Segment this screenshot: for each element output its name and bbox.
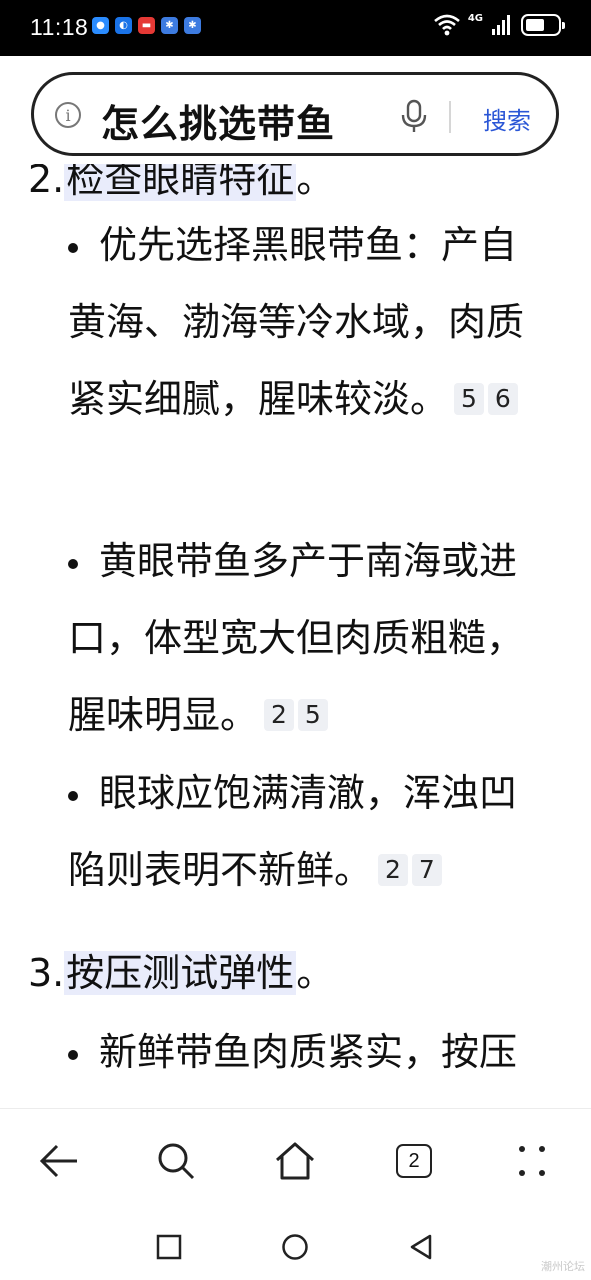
status-bar: 11:18 ● ◐ ▬ ✱ ✱ 4G [0,0,591,56]
status-time: 11:18 [30,14,89,40]
citation-badge[interactable]: 7 [411,854,442,886]
list-item-title: 检查眼睛特征 [64,164,297,201]
answer-content: 2.检查眼睛特征。 优先选择黑眼带鱼：产自黄海、渤海等冷水域，肉质紧实细腻，腥味… [0,164,591,1108]
list-item-title: 按压测试弹性 [64,951,297,995]
list-number: 3. [28,951,65,995]
search-tool-button[interactable] [154,1139,198,1183]
signal-icon [492,15,510,35]
home-icon [276,1142,314,1180]
wifi-icon [433,14,460,36]
browser-toolbar: 2 [0,1108,591,1212]
citation-badge[interactable]: 2 [264,699,294,731]
square-icon [156,1234,182,1260]
bullet-text-body: 眼球应饱满清澈，浑浊凹陷则表明不新鲜。 [68,771,518,892]
chat-app-icon: ● [92,17,109,34]
bullet-text: 黄眼带鱼多产于南海或进口，体型宽大但肉质粗糙，腥味明显。 2 5 [68,523,548,754]
search-icon [158,1143,195,1180]
bullet-dot [68,559,78,569]
citation-badge[interactable]: 2 [378,854,408,886]
more-icon [519,1146,545,1176]
search-input[interactable]: 怎么挑选带鱼 [101,93,335,148]
bullet-text: 优先选择黑眼带鱼：产自黄海、渤海等冷水域，肉质紧实细腻，腥味较淡。 5 6 [68,207,548,438]
status-indicators: 4G [433,13,565,36]
lightbulb-app-icon: ◐ [115,17,132,34]
status-app-icons: ● ◐ ▬ ✱ ✱ [92,17,201,34]
search-button[interactable]: 搜索 [483,101,531,136]
tabs-button[interactable]: 2 [392,1139,436,1183]
network-type: 4G [467,13,483,24]
list-item-suffix: 。 [296,951,335,995]
list-number: 2. [28,164,65,201]
bullet-text-body: 黄眼带鱼多产于南海或进口，体型宽大但肉质粗糙，腥味明显。 [68,539,525,737]
home-button[interactable] [273,1139,317,1183]
microphone-icon[interactable] [400,99,428,133]
bullet-item: 眼球应饱满清澈，浑浊凹陷则表明不新鲜。 2 7 [68,755,548,909]
more-menu-button[interactable] [510,1139,554,1183]
system-navigation: 潮州论坛 [0,1212,591,1280]
system-home-button[interactable] [280,1232,310,1262]
search-box[interactable]: i 怎么挑选带鱼 搜索 [31,72,559,156]
bullet-dot [68,791,78,801]
back-arrow-icon [39,1144,77,1178]
citation-badge[interactable]: 5 [297,699,328,731]
info-icon[interactable]: i [55,102,81,128]
back-button[interactable] [37,1139,81,1183]
bullet-item: 新鲜带鱼肉质紧实，按压后能迅速回弹。 [68,1014,548,1108]
gear-app-icon: ✱ [161,17,178,34]
battery-icon [521,14,565,36]
bullet-dot [68,1050,78,1060]
system-back-button[interactable] [406,1232,436,1262]
recents-button[interactable] [154,1232,184,1262]
bullet-text: 新鲜带鱼肉质紧实，按压后能迅速回弹。 [68,1030,518,1108]
citation-badge[interactable]: 5 [454,383,484,415]
tab-count-badge: 2 [396,1144,432,1178]
triangle-back-icon [410,1234,432,1260]
watermark: 潮州论坛 [541,1260,585,1273]
bullet-item: 黄眼带鱼多产于南海或进口，体型宽大但肉质粗糙，腥味明显。 2 5 [68,523,548,754]
citation-badge[interactable]: 6 [487,383,518,415]
list-item-3-heading: 3.按压测试弹性。 [28,942,334,997]
circle-icon [282,1234,308,1260]
mail-app-icon: ▬ [138,17,155,34]
list-item-2-heading: 2.检查眼睛特征。 [28,164,334,203]
gear-app-icon: ✱ [184,17,201,34]
list-item-suffix: 。 [296,164,335,201]
search-divider [449,101,451,133]
bullet-text: 眼球应饱满清澈，浑浊凹陷则表明不新鲜。 2 7 [68,755,548,909]
bullet-dot [68,243,78,253]
search-header: i 怎么挑选带鱼 搜索 [0,56,591,164]
bullet-item: 优先选择黑眼带鱼：产自黄海、渤海等冷水域，肉质紧实细腻，腥味较淡。 5 6 [68,207,548,438]
